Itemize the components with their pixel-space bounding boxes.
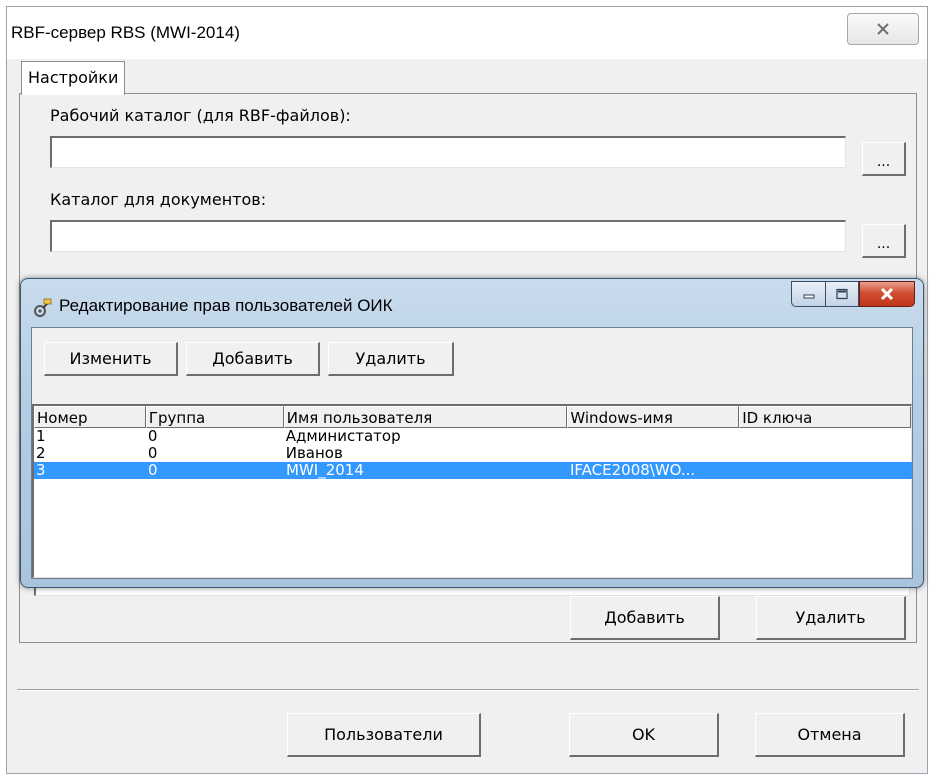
col-group[interactable]: Группа xyxy=(145,406,284,428)
cell-group: 0 xyxy=(147,428,158,445)
maximize-icon xyxy=(836,288,848,300)
outer-window-title: RBF-сервер RBS (MWI-2014) xyxy=(11,23,240,42)
cell-username: Иванов xyxy=(285,445,343,462)
users-table[interactable]: Номер Группа Имя пользователя Windows-им… xyxy=(32,404,912,578)
cell-group: 0 xyxy=(147,445,158,462)
cell-windows-name: IFACE2008\WO... xyxy=(570,462,696,479)
tab-settings[interactable]: Настройки xyxy=(21,61,126,95)
work-dir-label: Рабочий каталог (для RBF-файлов): xyxy=(50,106,351,125)
docs-dir-input[interactable] xyxy=(50,220,846,252)
docs-dir-browse-button[interactable]: ... xyxy=(862,224,906,258)
table-header: Номер Группа Имя пользователя Windows-им… xyxy=(34,406,911,428)
col-number[interactable]: Номер xyxy=(34,406,146,428)
user-rights-window: Редактирование прав пользователей ОИК Из… xyxy=(20,278,924,588)
work-dir-browse-button[interactable]: ... xyxy=(862,142,906,176)
docs-dir-label: Каталог для документов: xyxy=(50,190,267,209)
minimize-icon xyxy=(803,294,814,299)
caption-buttons xyxy=(791,281,915,307)
table-row[interactable]: 2 0 Иванов xyxy=(34,445,911,462)
cell-key-id xyxy=(739,428,911,445)
separator xyxy=(17,689,919,691)
minimize-button[interactable] xyxy=(791,281,825,307)
cell-key-id xyxy=(739,445,911,462)
cell-windows-name xyxy=(567,428,739,445)
maximize-button[interactable] xyxy=(825,281,859,307)
work-dir-input[interactable] xyxy=(50,136,846,168)
cell-key-id xyxy=(740,462,910,479)
col-username[interactable]: Имя пользователя xyxy=(283,406,568,428)
close-icon xyxy=(877,23,889,35)
delete-user-button[interactable]: Удалить xyxy=(328,342,454,376)
cell-number: 3 xyxy=(36,462,46,479)
cell-number: 1 xyxy=(36,428,46,445)
col-windows-name[interactable]: Windows-имя xyxy=(567,406,740,428)
delete-button[interactable]: Удалить xyxy=(756,596,906,640)
outer-close-button[interactable] xyxy=(847,13,919,45)
cell-group: 0 xyxy=(148,462,158,479)
add-button[interactable]: Добавить xyxy=(570,596,720,640)
cell-username: MWI_2014 xyxy=(286,462,364,479)
cancel-button[interactable]: Отмена xyxy=(755,713,905,757)
app-icon xyxy=(31,297,53,323)
close-button[interactable] xyxy=(859,281,915,307)
table-row-selected[interactable]: 3 0 MWI_2014 IFACE2008\WO... xyxy=(34,462,912,479)
table-row[interactable]: 1 0 Администатор xyxy=(34,428,911,445)
cell-username: Администатор xyxy=(285,428,401,445)
users-button[interactable]: Пользователи xyxy=(287,713,481,757)
col-key-id[interactable]: ID ключа xyxy=(739,406,911,428)
edit-user-button[interactable]: Изменить xyxy=(44,342,178,376)
user-rights-title: Редактирование прав пользователей ОИК xyxy=(59,296,393,315)
add-user-button[interactable]: Добавить xyxy=(186,342,320,376)
outer-titlebar[interactable]: RBF-сервер RBS (MWI-2014) xyxy=(7,7,927,59)
cell-windows-name xyxy=(567,445,739,462)
ok-button[interactable]: OK xyxy=(569,713,719,757)
cell-number: 2 xyxy=(36,445,46,462)
close-icon xyxy=(880,287,894,301)
user-rights-client: Изменить Добавить Удалить Номер Группа И… xyxy=(31,327,913,579)
